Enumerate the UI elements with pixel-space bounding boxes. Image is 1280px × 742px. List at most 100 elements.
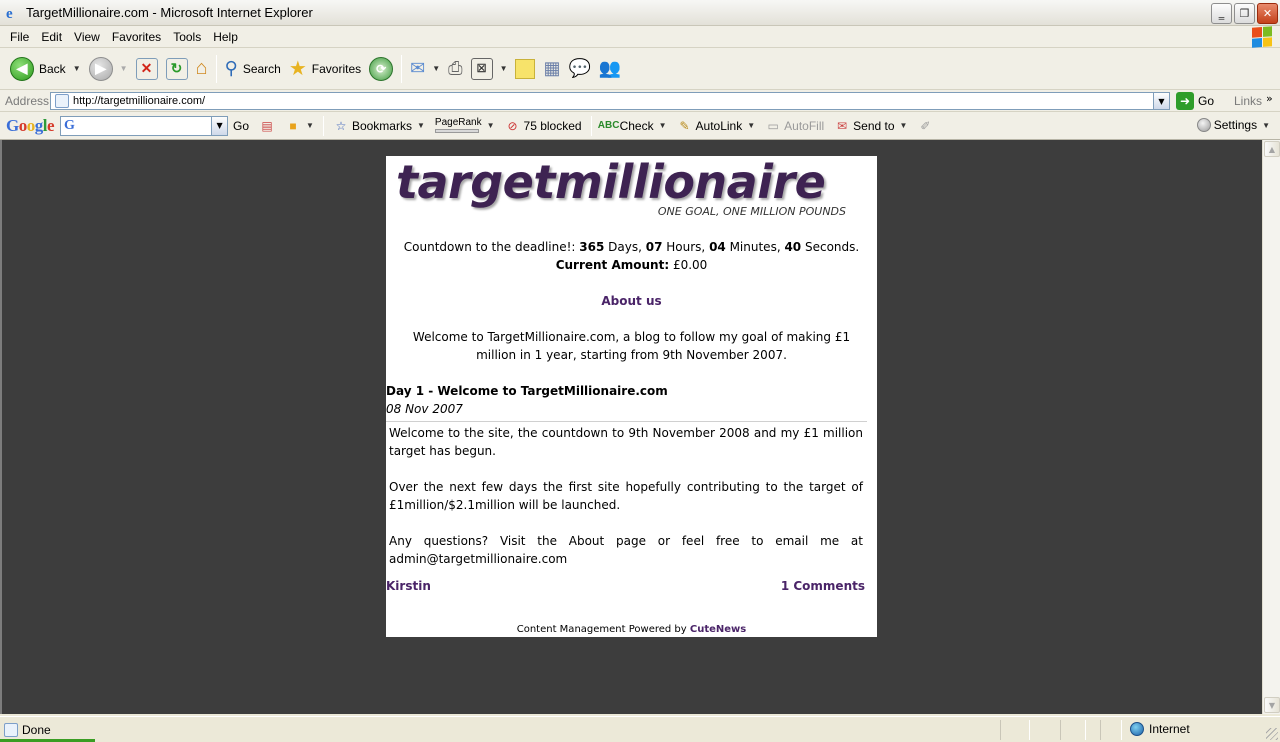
autolink-label: AutoLink: [695, 118, 743, 133]
post-paragraph: Welcome to the site, the countdown to 9t…: [389, 426, 863, 458]
about-us-link[interactable]: About us: [386, 292, 877, 310]
messenger-button[interactable]: 💬: [565, 52, 595, 86]
back-button[interactable]: ◀ Back ▼: [6, 52, 85, 86]
address-label: Address: [5, 93, 50, 108]
forward-dropdown-icon[interactable]: ▼: [120, 64, 128, 73]
forward-button[interactable]: ▶ ▼: [85, 52, 132, 86]
refresh-button[interactable]: ↻: [162, 52, 192, 86]
mail-button[interactable]: ✉ ▼: [406, 52, 444, 86]
bookmarks-label: Bookmarks: [351, 118, 412, 133]
stop-icon: ✕: [135, 57, 158, 80]
google-go-button[interactable]: Go: [233, 119, 249, 133]
status-cell: [1100, 720, 1122, 740]
toolbar-separator: [215, 54, 217, 83]
window-titlebar[interactable]: e TargetMillionaire.com - Microsoft Inte…: [0, 0, 1280, 26]
chevron-more-icon[interactable]: »: [1266, 92, 1273, 105]
countdown-seconds: 40: [784, 240, 802, 254]
search-button[interactable]: ⚲ Search: [221, 52, 285, 86]
post-paragraph: Over the next few days the first site ho…: [389, 480, 863, 512]
menu-view[interactable]: View: [68, 30, 106, 44]
post-title: Day 1 - Welcome to TargetMillionaire.com: [386, 384, 668, 398]
print-icon: ⎙: [448, 58, 463, 78]
forward-arrow-icon: ▶: [88, 56, 113, 81]
pagerank-bar: [434, 129, 479, 133]
menu-help[interactable]: Help: [207, 30, 244, 44]
close-button[interactable]: ✕: [1257, 3, 1278, 24]
send-to-button[interactable]: ✉ Send to ▼: [834, 118, 907, 134]
address-url[interactable]: http://targetmillionaire.com/: [73, 95, 205, 107]
mail-dropdown-icon[interactable]: ▼: [432, 64, 440, 73]
history-button[interactable]: ⟳: [365, 52, 397, 86]
spellcheck-button[interactable]: ABC Check ▼: [598, 118, 667, 134]
back-dropdown-icon[interactable]: ▼: [73, 64, 81, 73]
google-search-input[interactable]: G ▼: [60, 115, 229, 136]
search-icon: ⚲: [224, 58, 238, 78]
go-button[interactable]: ➜ Go: [1176, 92, 1214, 110]
countdown-minutes: 04: [709, 240, 726, 254]
post-author-link[interactable]: Kirstin: [386, 577, 431, 595]
autofill-button[interactable]: ▭ AutoFill: [765, 118, 824, 134]
edit-dropdown-icon[interactable]: ▼: [500, 64, 508, 73]
send-to-icon: ✉: [837, 118, 848, 133]
countdown-days: 365: [579, 240, 605, 254]
go-arrow-icon: ➜: [1176, 92, 1194, 110]
menu-file[interactable]: File: [4, 30, 35, 44]
menu-edit[interactable]: Edit: [35, 30, 68, 44]
research-button[interactable]: ▦: [539, 52, 564, 86]
google-logo[interactable]: Google: [6, 116, 55, 136]
bookmarks-dropdown-icon: ▼: [416, 121, 425, 130]
favorites-button[interactable]: ★ Favorites: [285, 52, 365, 86]
address-dropdown-icon[interactable]: ▼: [1153, 93, 1169, 109]
address-input[interactable]: http://targetmillionaire.com/ ▼: [50, 92, 1170, 110]
edit-button[interactable]: ☒ ▼: [467, 52, 512, 86]
post-body: Welcome to the site, the countdown to 9t…: [389, 424, 863, 586]
refresh-icon: ↻: [165, 57, 188, 80]
news-icon: ▤: [261, 118, 273, 133]
links-toolbar[interactable]: Links: [1234, 94, 1262, 108]
bookmarks-button[interactable]: ☆ Bookmarks ▼: [333, 118, 425, 134]
powered-by-text: Content Management Powered by: [516, 624, 690, 635]
settings-button[interactable]: Settings ▼: [1196, 118, 1270, 132]
highlight-button[interactable]: ✐: [917, 118, 933, 134]
stop-button[interactable]: ✕: [132, 52, 162, 86]
security-zone[interactable]: Internet: [1130, 722, 1190, 736]
research-icon: ▦: [543, 58, 561, 78]
back-arrow-icon: ◀: [10, 56, 34, 81]
autolink-button[interactable]: ✎ AutoLink ▼: [677, 118, 755, 134]
print-button[interactable]: ⎙: [444, 52, 466, 86]
bookmarks-star-icon: ☆: [335, 118, 347, 133]
notes-button[interactable]: [511, 52, 539, 86]
menu-tools[interactable]: Tools: [167, 30, 207, 44]
minimize-button[interactable]: ‗: [1211, 3, 1232, 24]
scroll-down-arrow-icon[interactable]: ▼: [1264, 697, 1280, 713]
send-to-label: Send to: [853, 118, 895, 133]
google-news-button[interactable]: ▤: [259, 118, 275, 134]
restore-button[interactable]: ❐: [1234, 3, 1255, 24]
search-label: Search: [242, 61, 281, 76]
pagerank-indicator[interactable]: PageRank ▼: [434, 118, 495, 133]
color-dropdown-icon[interactable]: ▼: [306, 121, 314, 130]
internet-explorer-icon: e: [4, 5, 20, 22]
contacts-button[interactable]: 👥: [595, 52, 625, 86]
menu-favorites[interactable]: Favorites: [106, 30, 167, 44]
favorites-star-icon: ★: [288, 58, 307, 80]
page-content: targetmillionaire ONE GOAL, ONE MILLION …: [386, 156, 877, 637]
pagerank-meter: PageRank: [434, 118, 482, 133]
post-comments-link[interactable]: 1 Comments: [781, 577, 865, 595]
vertical-scrollbar[interactable]: ▲ ▼: [1262, 140, 1280, 714]
resize-grip[interactable]: [1266, 728, 1278, 740]
mail-icon: ✉: [410, 58, 426, 78]
google-color-button[interactable]: ■ ▼: [285, 118, 314, 134]
google-search-dropdown-icon[interactable]: ▼: [211, 116, 228, 135]
zone-label: Internet: [1149, 722, 1190, 736]
site-logo[interactable]: targetmillionaire ONE GOAL, ONE MILLION …: [396, 156, 866, 222]
scroll-up-arrow-icon[interactable]: ▲: [1264, 141, 1280, 157]
window-title: TargetMillionaire.com - Microsoft Intern…: [26, 5, 313, 20]
popup-blocker-button[interactable]: ⊘ 75 blocked: [505, 118, 582, 134]
powered-by-footer: Content Management Powered by CuteNews: [386, 624, 877, 636]
color-palette-icon: ■: [289, 118, 297, 133]
home-button[interactable]: ⌂: [192, 52, 212, 86]
toolbar-separator: [322, 115, 324, 136]
cutenews-link[interactable]: CuteNews: [690, 624, 746, 635]
go-label: Go: [1198, 94, 1215, 108]
